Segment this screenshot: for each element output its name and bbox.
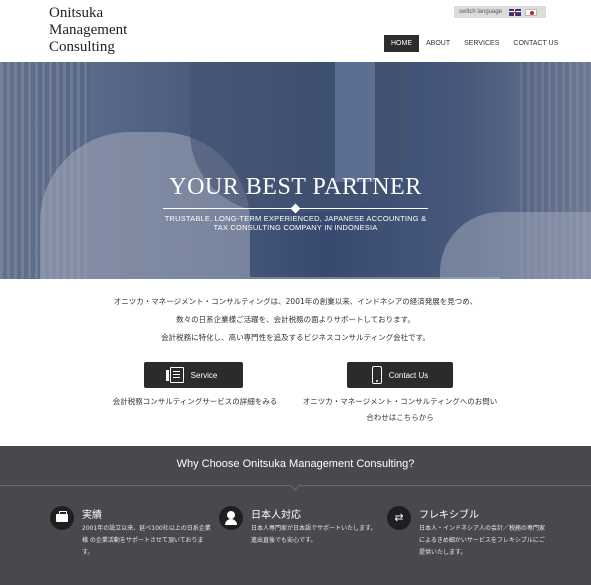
hero-subtitle-line-2: TAX CONSULTING COMPANY IN INDONESIA (213, 223, 378, 232)
contact-us-button-label: Contact Us (388, 370, 429, 380)
feature-text: 2001年の設立以来、延べ100社以上の日系企業様 の企業活動をサポートさせて頂… (82, 525, 211, 556)
site-header: Onitsuka Management Consulting switch la… (0, 0, 591, 62)
language-switcher: switch language (454, 6, 546, 18)
why-choose-title: Why Choose Onitsuka Management Consultin… (176, 458, 415, 470)
service-description: 会計税務コンサルティングサービスの詳細をみる (112, 397, 278, 406)
main-nav: HOME ABOUT SERVICES CONTACT US (384, 35, 565, 52)
section-divider-notch (289, 479, 301, 491)
intro-text: オニツカ・マネージメント・コンサルティングは、2001年の創業以来、インドネシア… (0, 296, 591, 350)
briefcase-icon (50, 506, 74, 530)
feature-text: 日本人専門家が日本語でサポートいたします。進出直後でも安心です。 (251, 525, 377, 544)
person-icon (219, 506, 243, 530)
nav-contact-us[interactable]: CONTACT US (506, 35, 565, 52)
logo-line-1: Onitsuka (49, 5, 104, 21)
feature-title: 実績 (82, 510, 102, 521)
contact-us-button[interactable]: Contact Us (347, 362, 453, 388)
nav-services[interactable]: SERVICES (457, 35, 506, 52)
logo-line-3: Consulting (49, 39, 115, 55)
logo-line-2: Management (49, 22, 128, 38)
feature-title: 日本人対応 (251, 510, 301, 521)
nav-about[interactable]: ABOUT (419, 35, 457, 52)
intro-line-3: 会計税務に特化し、高い専門性を追及するビジネスコンサルティング会社です。 (161, 333, 430, 342)
document-icon (165, 367, 184, 383)
contact-description: オニツカ・マネージメント・コンサルティングへのお問い 合わせはこちらから (300, 394, 500, 426)
hero-overlay (0, 62, 591, 279)
site-logo[interactable]: Onitsuka Management Consulting (49, 5, 127, 56)
contact-description-line-2: 合わせはこちらから (366, 413, 434, 422)
service-button[interactable]: Service (144, 362, 243, 388)
switch-language-label: switch language (459, 9, 503, 15)
hero-subtitle: TRUSTABLE, LONG-TERM EXPERIENCED, JAPANE… (150, 214, 441, 232)
service-button-label: Service (190, 370, 218, 380)
intro-line-1: オニツカ・マネージメント・コンサルティングは、2001年の創業以来、インドネシア… (113, 297, 478, 306)
why-choose-section: Why Choose Onitsuka Management Consultin… (0, 446, 591, 585)
hero-subtitle-line-1: TRUSTABLE, LONG-TERM EXPERIENCED, JAPANE… (164, 214, 427, 223)
contact-description-line-1: オニツカ・マネージメント・コンサルティングへのお問い (302, 397, 498, 406)
smartphone-icon (371, 366, 382, 384)
japan-flag-icon[interactable] (525, 8, 538, 16)
feature-text: 日本人・インドネシア人の会計／税務の専門家によるきめ細かいサービスをフレキシブル… (419, 525, 546, 556)
uk-flag-icon[interactable] (509, 8, 522, 16)
intro-line-2: 数々の日系企業様ご活躍を、会計税務の面よりサポートしております。 (176, 315, 415, 324)
feature-title: フレキシブル (419, 510, 479, 521)
hero-title: YOUR BEST PARTNER (169, 174, 422, 200)
shuffle-icon: ⇄ (387, 506, 411, 530)
hero-banner: YOUR BEST PARTNER TRUSTABLE, LONG-TERM E… (0, 62, 591, 279)
nav-home[interactable]: HOME (384, 35, 419, 52)
